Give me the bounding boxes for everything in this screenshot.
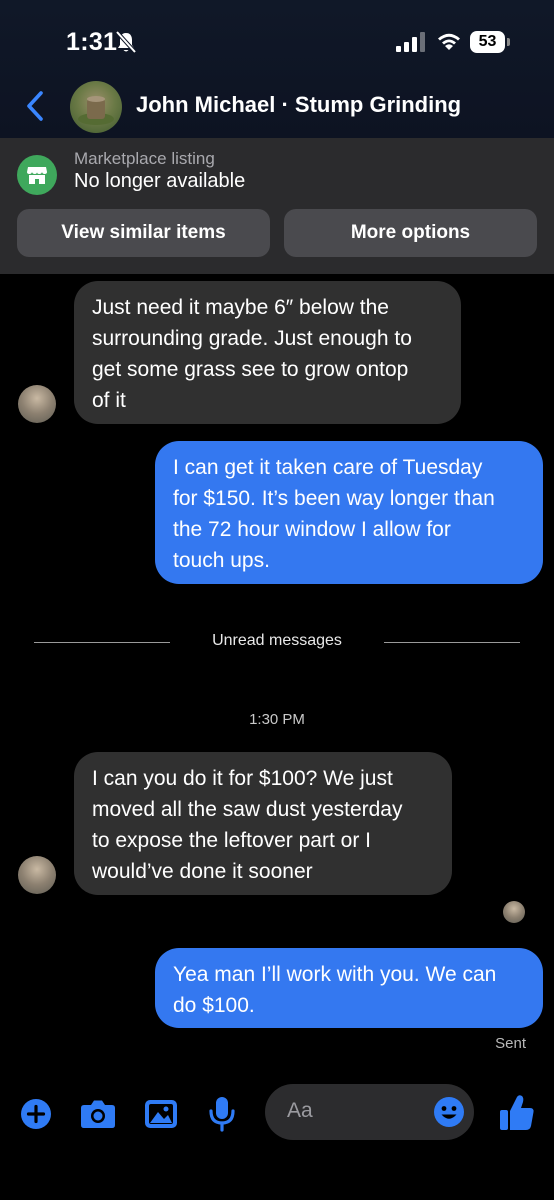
sender-avatar[interactable] (18, 856, 56, 894)
message-line: for $150. It’s been way longer than (173, 487, 495, 510)
listing-status: No longer available (74, 170, 246, 192)
status-time: 1:31 (66, 28, 118, 56)
message-line: moved all the saw dust yesterday (92, 798, 403, 821)
back-chevron-icon[interactable] (24, 90, 46, 122)
message-timestamp: 1:30 PM (249, 711, 305, 728)
unread-messages-divider: Unread messages (212, 632, 342, 649)
battery-level: 53 (478, 33, 497, 50)
status-bar: 1:31 53 (0, 0, 554, 80)
gallery-icon[interactable] (144, 1099, 178, 1129)
contact-avatar[interactable] (70, 81, 122, 133)
message-input[interactable]: Aa (265, 1084, 474, 1140)
message-line: the 72 hour window I allow for (173, 518, 451, 541)
microphone-icon[interactable] (208, 1096, 236, 1132)
message-composer: Aa (0, 1080, 554, 1150)
divider-line-right (384, 642, 520, 643)
listing-label: Marketplace listing (74, 149, 215, 168)
battery-indicator: 53 (470, 31, 510, 53)
conversation-header: 1:31 53 John Michael · Stump Grinding (0, 0, 554, 138)
camera-icon[interactable] (80, 1099, 116, 1129)
wifi-icon (438, 33, 460, 50)
message-bubble-outgoing[interactable]: I can get it taken care of Tuesday for $… (155, 441, 543, 584)
message-line: Just need it maybe 6″ below the (92, 296, 389, 319)
read-receipt-avatar (503, 901, 525, 923)
sender-avatar[interactable] (18, 385, 56, 423)
marketplace-icon (17, 155, 57, 195)
message-input-placeholder: Aa (287, 1099, 313, 1122)
contact-name[interactable]: John Michael · Stump Grinding (136, 92, 461, 118)
message-line: surrounding grade. Just enough to (92, 327, 412, 350)
message-line: to expose the leftover part or I (92, 829, 371, 852)
view-similar-items-button[interactable]: View similar items (17, 209, 270, 257)
message-line: I can you do it for $100? We just (92, 767, 393, 790)
cell-signal-icon (396, 32, 425, 52)
message-bubble-outgoing[interactable]: Yea man I’ll work with you. We can do $1… (155, 948, 543, 1028)
thumbs-up-icon[interactable] (499, 1094, 535, 1132)
emoji-icon[interactable] (433, 1096, 465, 1128)
plus-icon[interactable] (20, 1098, 52, 1130)
message-bubble-incoming[interactable]: I can you do it for $100? We just moved … (74, 752, 452, 895)
message-line: Yea man I’ll work with you. We can (173, 963, 497, 986)
message-line: touch ups. (173, 549, 270, 572)
message-line: of it (92, 389, 126, 412)
sent-status: Sent (495, 1035, 526, 1052)
more-options-button[interactable]: More options (284, 209, 537, 257)
message-bubble-incoming[interactable]: Just need it maybe 6″ below the surround… (74, 281, 461, 424)
message-line: would’ve done it sooner (92, 860, 313, 883)
marketplace-listing-banner: Marketplace listing No longer available … (0, 138, 554, 274)
stump-photo-icon (78, 96, 114, 125)
bell-muted-icon (115, 30, 137, 54)
message-line: do $100. (173, 994, 255, 1017)
message-line: I can get it taken care of Tuesday (173, 456, 483, 479)
message-line: get some grass see to grow ontop (92, 358, 409, 381)
